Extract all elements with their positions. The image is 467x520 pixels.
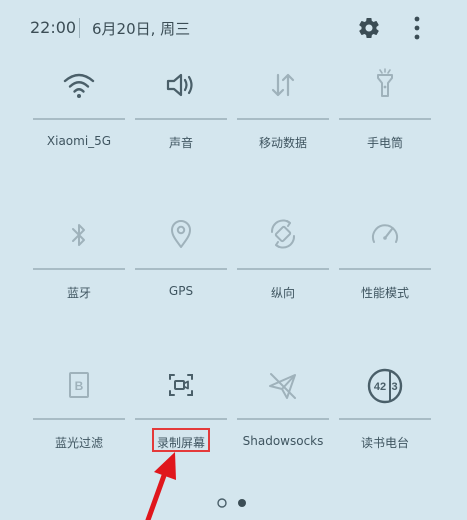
tile-rotation[interactable]: 纵向 [237, 212, 329, 302]
blue-light-filter-icon: B [69, 372, 89, 398]
tile-sound[interactable]: 声音 [135, 62, 227, 152]
tile-divider [33, 268, 125, 270]
page-dot-active[interactable] [238, 499, 246, 507]
tile-gps[interactable]: GPS [135, 212, 227, 302]
status-bar: 22:00 6月20日, 周三 [0, 0, 467, 56]
location-pin-icon [171, 220, 191, 248]
tile-flashlight[interactable]: 手电筒 [339, 62, 431, 152]
speaker-icon [166, 73, 193, 97]
tile-label: 移动数据 [258, 136, 307, 150]
tile-divider [339, 118, 431, 120]
tile-wifi[interactable]: Xiaomi_5G [33, 62, 125, 152]
tile-bluetooth[interactable]: 蓝牙 [33, 212, 125, 302]
tile-divider [237, 268, 329, 270]
bluetooth-icon [72, 224, 85, 246]
page-dot-inactive[interactable] [217, 498, 227, 508]
tile-mobile-data[interactable]: 移动数据 [237, 62, 329, 152]
tile-label: 蓝光过滤 [54, 436, 103, 450]
tile-divider [135, 418, 227, 420]
tile-divider [237, 418, 329, 420]
tile-divider [339, 418, 431, 420]
status-divider [79, 18, 80, 38]
svg-text:42: 42 [374, 381, 386, 393]
rotation-icon [270, 219, 296, 249]
tile-divider [33, 118, 125, 120]
tile-label: 手电筒 [366, 136, 403, 150]
svg-text:3: 3 [391, 381, 397, 393]
tile-reading-radio[interactable]: 42 3 读书电台 [339, 362, 431, 452]
mobile-data-icon [271, 73, 295, 97]
radio-423-icon: 42 3 [367, 368, 403, 404]
tile-blue-light-filter[interactable]: B 蓝光过滤 [33, 362, 125, 452]
gear-icon[interactable] [357, 16, 381, 40]
tile-label: 蓝牙 [66, 286, 91, 300]
screen-record-icon [169, 374, 193, 396]
tile-divider [33, 418, 125, 420]
tile-label: 性能模式 [360, 286, 409, 300]
tile-divider [135, 268, 227, 270]
annotation-arrow-icon [145, 452, 176, 520]
speedometer-icon [372, 224, 398, 243]
tile-divider [237, 118, 329, 120]
flashlight-icon [377, 68, 393, 97]
tile-divider [339, 268, 431, 270]
paper-plane-icon [269, 373, 296, 399]
more-vertical-icon[interactable] [409, 14, 425, 42]
svg-text:B: B [75, 379, 84, 393]
tile-label: 读书电台 [360, 436, 409, 450]
wifi-icon [63, 73, 95, 98]
tile-label: Shadowsocks [242, 434, 324, 448]
page-indicator[interactable] [216, 497, 256, 509]
tile-divider [135, 118, 227, 120]
tile-label: 纵向 [270, 286, 295, 300]
tile-shadowsocks[interactable]: Shadowsocks [237, 362, 329, 452]
date-label: 6月20日, 周三 [92, 20, 191, 38]
annotation-highlight-box [152, 428, 210, 452]
clock-time: 22:00 [30, 18, 77, 37]
tile-label: GPS [168, 284, 194, 298]
tile-performance-mode[interactable]: 性能模式 [339, 212, 431, 302]
tile-label: 声音 [168, 136, 193, 150]
tile-label: Xiaomi_5G [46, 134, 112, 148]
